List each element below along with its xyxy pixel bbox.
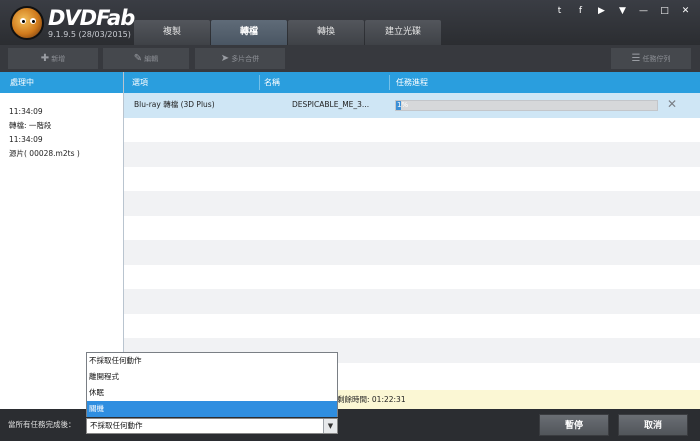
- edit-icon: ✎: [133, 53, 143, 64]
- empty-row: [124, 142, 700, 167]
- column-option: 選項: [132, 78, 148, 87]
- title-bar: DVDFab 9.1.9.5 (28/03/2015) 複製 轉檔 轉換 建立光…: [0, 0, 700, 45]
- tab-ripper[interactable]: 轉檔: [211, 20, 287, 45]
- close-icon[interactable]: ✕: [679, 6, 692, 16]
- task-option: Blu-ray 轉檔 (3D Plus): [134, 100, 215, 109]
- merge-button[interactable]: ➤ 多片合併: [195, 48, 285, 69]
- facebook-icon[interactable]: f: [574, 6, 587, 16]
- after-completion-dropdown: 不採取任何動作 離開程式 休眠 關機: [86, 352, 338, 417]
- twitter-icon[interactable]: t: [553, 6, 566, 16]
- empty-row: [124, 265, 700, 290]
- progress-text: 1%: [397, 101, 409, 109]
- tab-creator[interactable]: 建立光碟: [365, 20, 441, 45]
- column-name: 名稱: [264, 78, 280, 87]
- task-name: DESPICABLE_ME_3...: [292, 100, 370, 109]
- after-completion-value: 不採取任何動作: [90, 421, 143, 430]
- app-version: 9.1.9.5 (28/03/2015): [48, 30, 131, 39]
- after-completion-select[interactable]: 不採取任何動作 ▼: [86, 418, 338, 434]
- cancel-button[interactable]: 取消: [618, 414, 688, 436]
- plus-icon: ✚: [40, 53, 50, 64]
- task-progress-bar: 1%: [395, 100, 658, 111]
- empty-row: [124, 167, 700, 192]
- maximize-icon[interactable]: □: [658, 6, 671, 16]
- minimize-icon[interactable]: —: [637, 6, 650, 16]
- empty-row: [124, 314, 700, 339]
- task-row[interactable]: Blu-ray 轉檔 (3D Plus) DESPICABLE_ME_3... …: [124, 93, 700, 118]
- option-exit-program[interactable]: 離開程式: [87, 369, 337, 385]
- task-queue-button[interactable]: ☰ 任務佇列: [611, 48, 691, 69]
- empty-row: [124, 289, 700, 314]
- option-shutdown[interactable]: 關機: [87, 401, 337, 417]
- column-progress: 任務進程: [396, 78, 428, 87]
- processing-info: 11:34:09 轉檔: 一階段 11:34:09 源片( 00028.m2ts…: [0, 93, 123, 161]
- tab-copy[interactable]: 複製: [134, 20, 210, 45]
- toolbar: ✚ 新增 ✎ 編輯 ➤ 多片合併 ☰ 任務佇列: [0, 45, 700, 72]
- remaining-time: 剩餘時間: 01:22:31: [337, 395, 406, 404]
- menu-dropdown-icon[interactable]: ▼: [616, 6, 629, 16]
- option-no-action[interactable]: 不採取任何動作: [87, 353, 337, 369]
- list-icon: ☰: [631, 53, 641, 64]
- start-time: 11:34:09: [9, 107, 43, 116]
- app-name: DVDFab: [48, 6, 135, 30]
- ripping-stage: 轉檔: 一階段: [9, 121, 52, 130]
- remove-task-icon[interactable]: ✕: [667, 97, 677, 111]
- empty-row: [124, 240, 700, 265]
- option-hibernate[interactable]: 休眠: [87, 385, 337, 401]
- processing-header: 處理中: [0, 72, 123, 93]
- dvdfab-logo-icon: [10, 6, 44, 40]
- main-tabs: 複製 轉檔 轉換 建立光碟: [134, 20, 442, 45]
- after-completion-label: 當所有任務完成後：: [8, 420, 76, 429]
- pause-button[interactable]: 暫停: [539, 414, 609, 436]
- task-list-header: 選項 名稱 任務進程: [124, 72, 700, 93]
- chevron-down-icon[interactable]: ▼: [323, 419, 337, 433]
- window-controls: t f ▶ ▼ — □ ✕: [553, 6, 692, 16]
- tab-converter[interactable]: 轉換: [288, 20, 364, 45]
- source-file: 源片( 00028.m2ts ): [9, 149, 80, 158]
- empty-row: [124, 216, 700, 241]
- empty-row: [124, 191, 700, 216]
- add-button[interactable]: ✚ 新增: [8, 48, 98, 69]
- merge-icon: ➤: [220, 53, 230, 64]
- edit-button[interactable]: ✎ 編輯: [103, 48, 189, 69]
- empty-row: [124, 118, 700, 143]
- youtube-icon[interactable]: ▶: [595, 6, 608, 16]
- stage-time: 11:34:09: [9, 135, 43, 144]
